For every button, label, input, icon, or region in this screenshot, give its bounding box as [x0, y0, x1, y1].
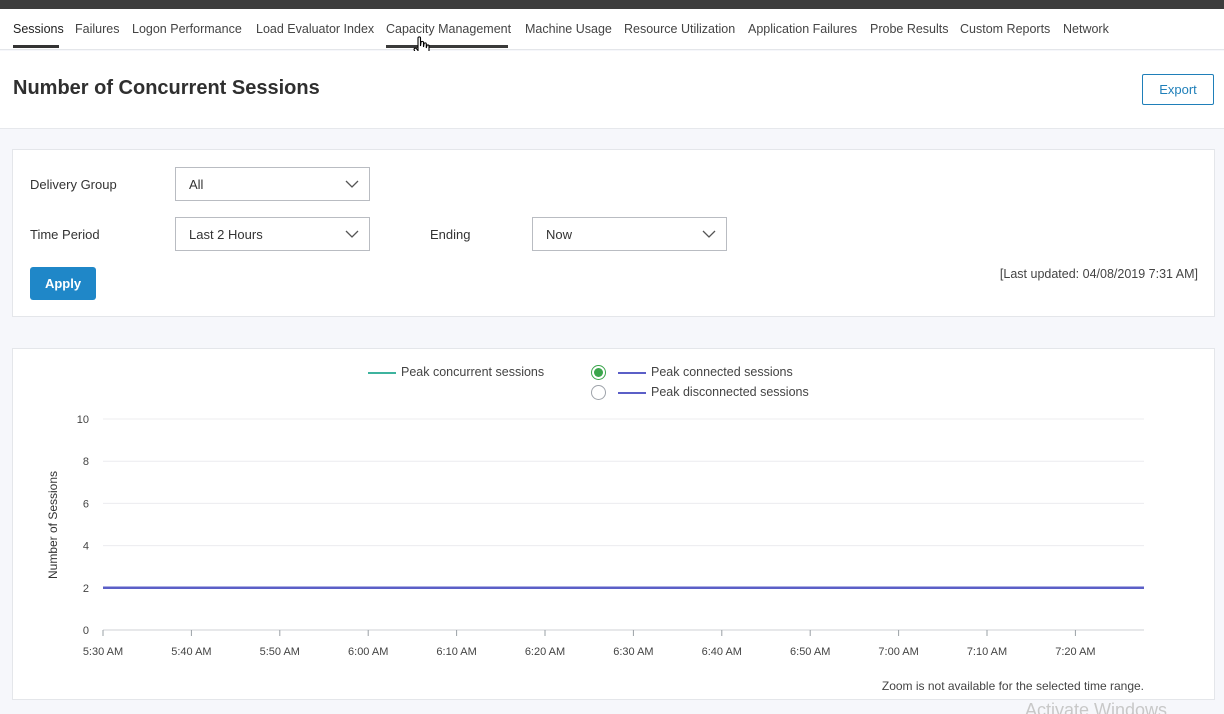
- tab-load-evaluator-index[interactable]: Load Evaluator Index: [256, 22, 374, 36]
- tab-capacity-management[interactable]: Capacity Management: [386, 22, 511, 36]
- hover-tab-indicator: [386, 45, 508, 48]
- tab-custom-reports[interactable]: Custom Reports: [960, 22, 1050, 36]
- x-tick-label: 7:00 AM: [878, 646, 918, 658]
- top-bar: [0, 0, 1224, 9]
- time-period-select[interactable]: Last 2 Hours: [175, 217, 370, 251]
- x-tick-label: 6:10 AM: [436, 646, 476, 658]
- page-title: Number of Concurrent Sessions: [13, 77, 320, 99]
- delivery-group-label: Delivery Group: [30, 177, 117, 192]
- ending-value: Now: [546, 227, 573, 242]
- report-tabs: Sessions Failures Logon Performance Load…: [0, 9, 1224, 60]
- x-tick-label: 7:20 AM: [1055, 646, 1095, 658]
- x-tick-label: 6:40 AM: [702, 646, 742, 658]
- chevron-down-icon: [345, 180, 359, 188]
- x-tick-label: 7:10 AM: [967, 646, 1007, 658]
- zoom-note: Zoom is not available for the selected t…: [881, 679, 1144, 693]
- tab-network[interactable]: Network: [1063, 22, 1109, 36]
- chart-panel: Peak concurrent sessions Peak connected …: [12, 348, 1215, 700]
- filter-panel: Delivery Group All Time Period Last 2 Ho…: [12, 149, 1215, 317]
- tab-application-failures[interactable]: Application Failures: [748, 22, 857, 36]
- tab-resource-utilization[interactable]: Resource Utilization: [624, 22, 735, 36]
- active-tab-indicator: [13, 45, 59, 48]
- tab-failures[interactable]: Failures: [75, 22, 119, 36]
- x-tick-label: 6:30 AM: [613, 646, 653, 658]
- y-tick-label: 0: [83, 625, 89, 637]
- tab-machine-usage[interactable]: Machine Usage: [525, 22, 612, 36]
- tab-logon-performance[interactable]: Logon Performance: [132, 22, 242, 36]
- x-tick-label: 5:30 AM: [83, 646, 123, 658]
- x-tick-label: 6:00 AM: [348, 646, 388, 658]
- apply-button[interactable]: Apply: [30, 267, 96, 300]
- time-period-value: Last 2 Hours: [189, 227, 263, 242]
- delivery-group-value: All: [189, 177, 204, 192]
- delivery-group-select[interactable]: All: [175, 167, 370, 201]
- ending-label: Ending: [430, 227, 471, 242]
- tab-sessions[interactable]: Sessions: [13, 22, 64, 36]
- y-axis-label: Number of Sessions: [46, 471, 60, 579]
- activate-windows-watermark: Activate Windows: [1025, 700, 1168, 714]
- y-tick-label: 2: [83, 583, 89, 595]
- ending-select[interactable]: Now: [532, 217, 727, 251]
- y-tick-label: 8: [83, 456, 89, 468]
- tab-probe-results[interactable]: Probe Results: [870, 22, 949, 36]
- sessions-line-chart: Number of Sessions 0 2 4 6 8 10 5:30 AM 5:40 AM…: [46, 414, 1144, 658]
- y-tick-label: 6: [83, 498, 89, 510]
- time-period-label: Time Period: [30, 227, 100, 242]
- y-tick-label: 10: [77, 414, 89, 426]
- x-tick-label: 6:20 AM: [525, 646, 565, 658]
- chevron-down-icon: [345, 230, 359, 238]
- export-button[interactable]: Export: [1142, 74, 1214, 105]
- chevron-down-icon: [702, 230, 716, 238]
- y-tick-label: 4: [83, 541, 89, 553]
- page-header: Number of Concurrent Sessions Export: [0, 51, 1224, 129]
- x-tick-label: 5:40 AM: [171, 646, 211, 658]
- last-updated-text: [Last updated: 04/08/2019 7:31 AM]: [999, 267, 1198, 281]
- x-tick-label: 6:50 AM: [790, 646, 830, 658]
- x-tick-label: 5:50 AM: [260, 646, 300, 658]
